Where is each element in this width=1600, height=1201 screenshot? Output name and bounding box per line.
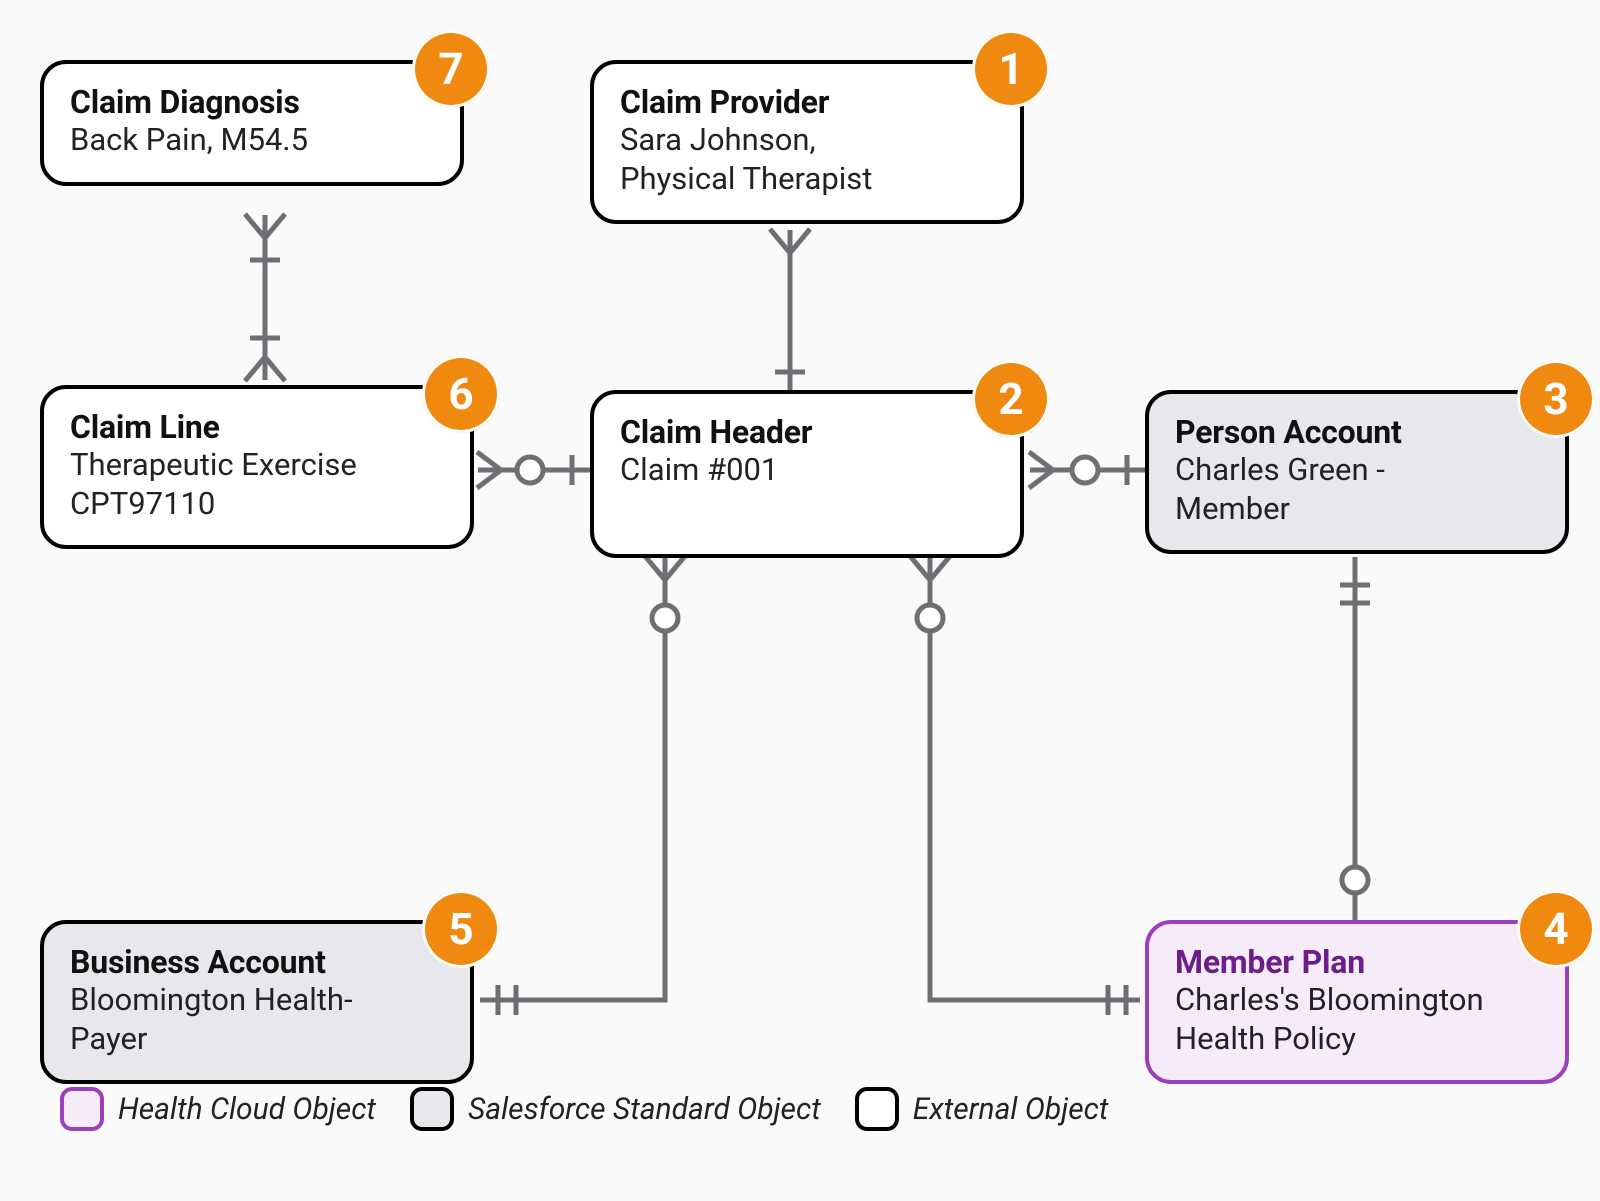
box-detail: Charles's BloomingtonHealth Policy bbox=[1175, 981, 1539, 1059]
edge-provider-header bbox=[770, 229, 810, 390]
legend-label: Health Cloud Object bbox=[118, 1092, 376, 1127]
box-claim-line: Claim Line Therapeutic ExerciseCPT97110 … bbox=[40, 385, 474, 549]
box-detail: Bloomington Health-Payer bbox=[70, 981, 444, 1059]
legend-health: Health Cloud Object bbox=[60, 1087, 376, 1131]
edge-line-header bbox=[477, 452, 590, 488]
box-claim-diagnosis: Claim Diagnosis Back Pain, M54.5 7 bbox=[40, 60, 464, 186]
edge-header-person bbox=[1029, 452, 1145, 488]
legend: Health Cloud Object Salesforce Standard … bbox=[60, 1087, 1108, 1131]
box-detail: Charles Green -Member bbox=[1175, 451, 1539, 529]
box-title: Claim Diagnosis bbox=[70, 84, 434, 121]
box-claim-header: Claim Header Claim #001 2 bbox=[590, 390, 1024, 558]
legend-label: External Object bbox=[913, 1092, 1109, 1127]
box-title: Person Account bbox=[1175, 414, 1539, 451]
box-member-plan: Member Plan Charles's BloomingtonHealth … bbox=[1145, 920, 1569, 1084]
box-detail: Claim #001 bbox=[620, 451, 994, 490]
box-detail: Sara Johnson,Physical Therapist bbox=[620, 121, 994, 199]
badge: 3 bbox=[1517, 360, 1595, 438]
box-detail: Therapeutic ExerciseCPT97110 bbox=[70, 446, 444, 524]
badge: 4 bbox=[1517, 890, 1595, 968]
legend-label: Salesforce Standard Object bbox=[468, 1092, 821, 1127]
swatch-external-icon bbox=[855, 1087, 899, 1131]
box-title: Business Account bbox=[70, 944, 444, 981]
box-title: Member Plan bbox=[1175, 944, 1539, 981]
badge: 1 bbox=[972, 30, 1050, 108]
edge-header-business bbox=[480, 556, 685, 1015]
edge-diagnosis-line bbox=[245, 214, 285, 381]
badge: 7 bbox=[412, 30, 490, 108]
box-claim-provider: Claim Provider Sara Johnson,Physical The… bbox=[590, 60, 1024, 224]
box-business-account: Business Account Bloomington Health-Paye… bbox=[40, 920, 474, 1084]
box-title: Claim Header bbox=[620, 414, 994, 451]
swatch-standard-icon bbox=[410, 1087, 454, 1131]
badge: 2 bbox=[972, 360, 1050, 438]
erd-canvas: Claim Diagnosis Back Pain, M54.5 7 Claim… bbox=[0, 0, 1600, 1201]
box-title: Claim Line bbox=[70, 409, 444, 446]
edge-header-memberplan bbox=[910, 556, 1140, 1015]
badge: 6 bbox=[422, 355, 500, 433]
box-detail: Back Pain, M54.5 bbox=[70, 121, 434, 160]
swatch-health-icon bbox=[60, 1087, 104, 1131]
legend-standard: Salesforce Standard Object bbox=[410, 1087, 821, 1131]
box-person-account: Person Account Charles Green -Member 3 bbox=[1145, 390, 1569, 554]
edge-person-memberplan bbox=[1340, 557, 1370, 920]
box-title: Claim Provider bbox=[620, 84, 994, 121]
legend-external: External Object bbox=[855, 1087, 1109, 1131]
badge: 5 bbox=[422, 890, 500, 968]
